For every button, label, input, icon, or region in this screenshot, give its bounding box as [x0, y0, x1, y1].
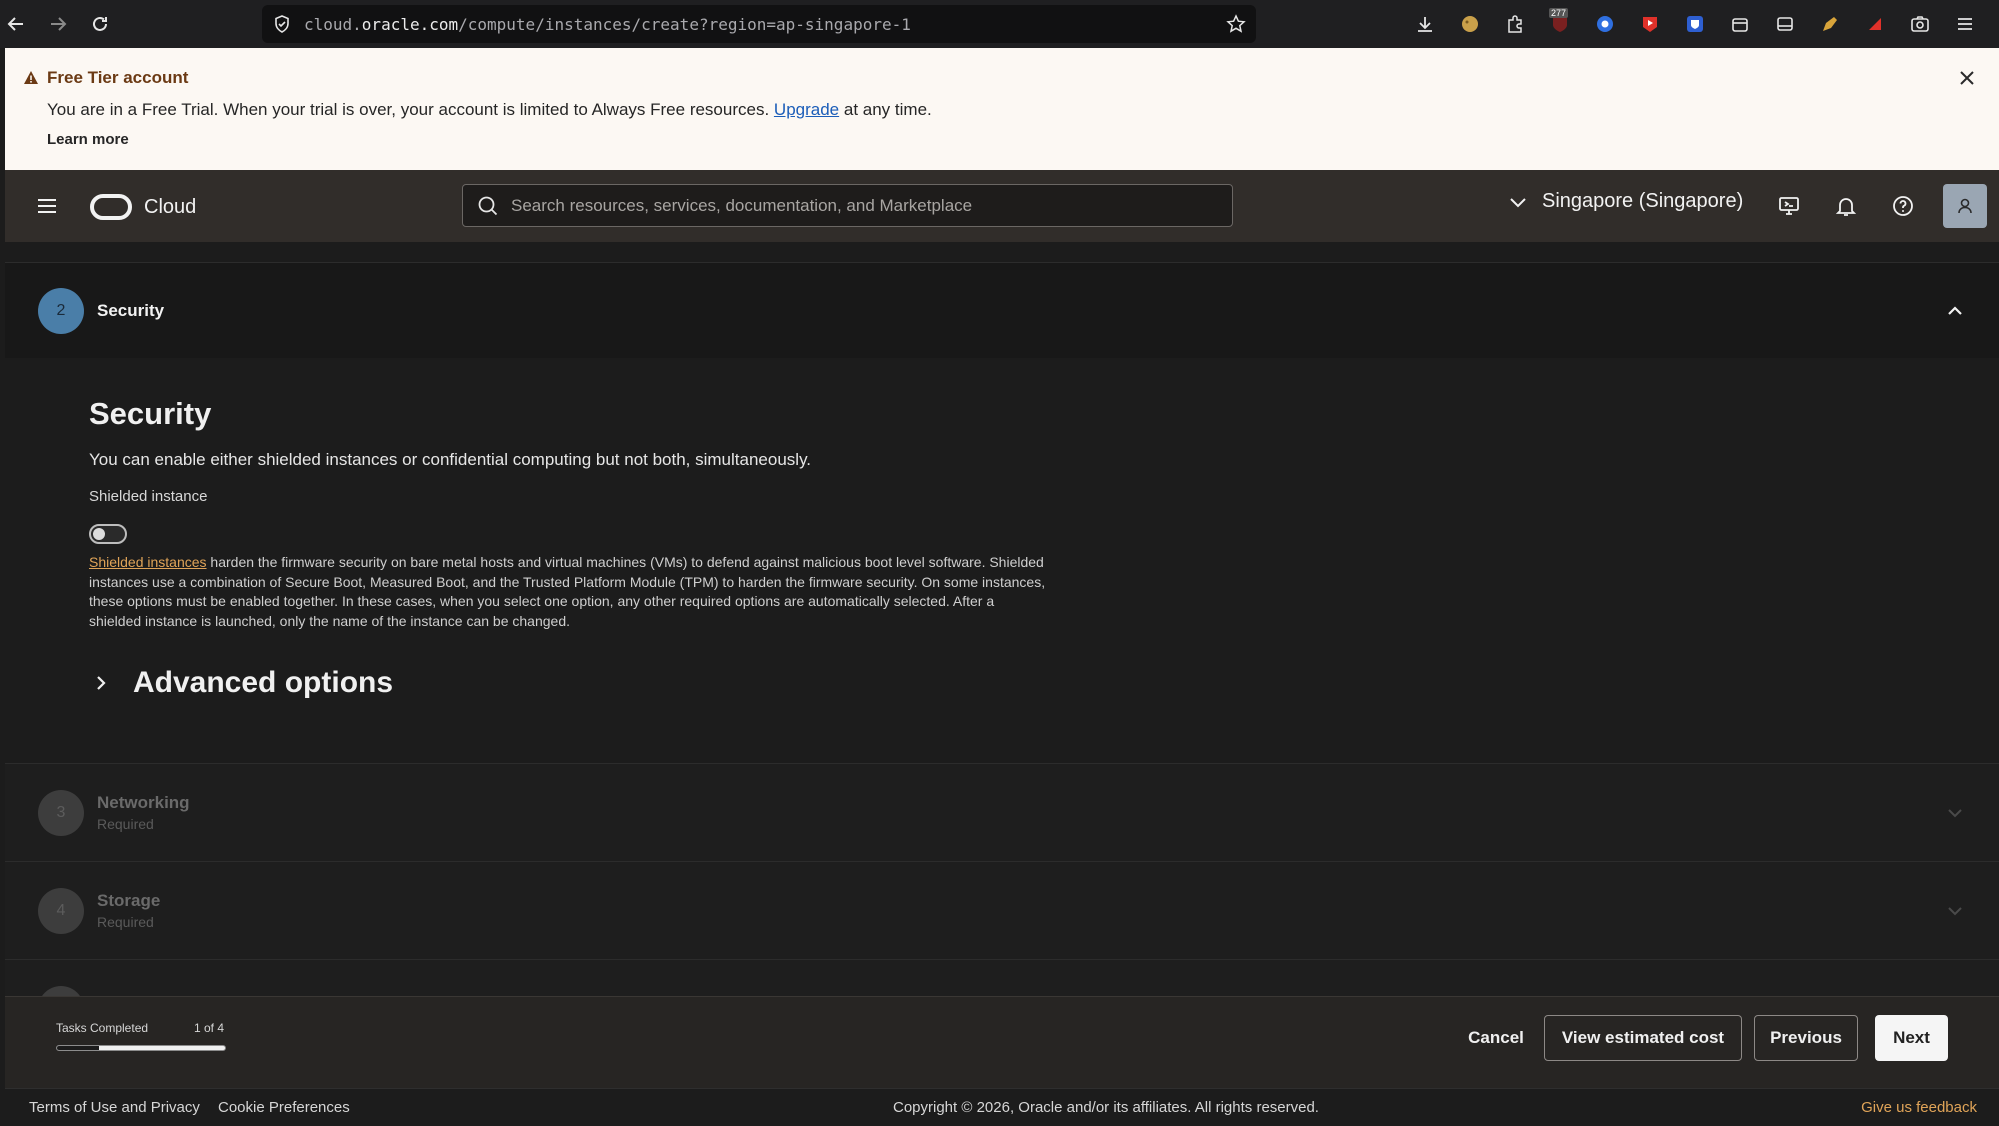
profile-avatar[interactable]: [1943, 184, 1987, 228]
region-label: Singapore (Singapore): [1542, 190, 1744, 212]
banner-text-before: You are in a Free Trial. When your trial…: [47, 100, 770, 119]
bookmark-star-icon[interactable]: [1226, 14, 1246, 34]
shielded-instance-toggle[interactable]: [89, 524, 127, 544]
tasks-completed-count: 1 of 4: [194, 1021, 225, 1035]
oracle-logo-icon: [90, 194, 132, 220]
brand-label: Cloud: [144, 195, 197, 218]
previous-button[interactable]: Previous: [1754, 1015, 1858, 1061]
red-flag-extension-icon[interactable]: [1852, 8, 1897, 40]
region-selector[interactable]: Singapore (Singapore): [1508, 190, 1743, 213]
search-input[interactable]: Search resources, services, documentatio…: [462, 184, 1233, 227]
cookie-extension-icon[interactable]: [1447, 8, 1492, 40]
banner-title: Free Tier account: [47, 68, 189, 87]
learn-more-link[interactable]: Learn more: [47, 131, 129, 148]
ublock-extension-icon[interactable]: 277: [1537, 8, 1582, 40]
cookie-preferences-link[interactable]: Cookie Preferences: [218, 1099, 350, 1116]
extension-badge: 277: [1549, 8, 1569, 18]
chevron-down-icon: [1508, 192, 1528, 212]
oracle-cloud-logo[interactable]: Cloud: [90, 194, 196, 220]
section-description: You can enable either shielded instances…: [89, 450, 812, 469]
extensions-toolbar: 277: [1402, 8, 1987, 40]
shielded-instance-label: Shielded instance: [89, 488, 208, 505]
browser-toolbar: cloud.oracle.com/compute/instances/creat…: [0, 0, 1999, 48]
console-header: Cloud Search resources, services, docume…: [5, 170, 1999, 242]
menu-icon[interactable]: [35, 194, 59, 218]
tasks-progress-bar: [56, 1045, 226, 1051]
copyright-text: Copyright © 2026, Oracle and/or its affi…: [893, 1099, 1319, 1116]
banner-text-after: at any time.: [843, 100, 932, 119]
chevron-down-icon[interactable]: [1945, 803, 1965, 823]
next-button[interactable]: Next: [1875, 1015, 1948, 1061]
download-icon[interactable]: [1402, 8, 1447, 40]
help-icon[interactable]: [1889, 192, 1917, 220]
search-icon: [477, 195, 499, 217]
feedback-link[interactable]: Give us feedback: [1861, 1099, 1977, 1116]
step-number-badge: 2: [38, 288, 84, 334]
app-menu-icon[interactable]: [1942, 8, 1987, 40]
puzzle-extension-icon[interactable]: [1492, 8, 1537, 40]
bitwarden-extension-icon[interactable]: [1672, 8, 1717, 40]
advanced-options-label: Advanced options: [133, 666, 394, 699]
sidebar-icon[interactable]: [1762, 8, 1807, 40]
step-title: Networking: [97, 793, 190, 812]
notifications-bell-icon[interactable]: [1832, 192, 1860, 220]
close-icon[interactable]: [1955, 66, 1979, 90]
chevron-up-icon[interactable]: [1945, 301, 1965, 321]
create-instance-wizard: 2 Security Security You can enable eithe…: [5, 242, 1999, 996]
chevron-right-icon: [93, 673, 109, 693]
cloud-shell-icon[interactable]: [1775, 192, 1803, 220]
step-subtitle: Required: [97, 816, 154, 832]
section-heading: Security: [89, 396, 212, 431]
toggle-knob: [93, 528, 105, 540]
url-text: cloud.oracle.com/compute/instances/creat…: [304, 14, 911, 34]
user-icon: [1958, 198, 1972, 214]
address-bar[interactable]: cloud.oracle.com/compute/instances/creat…: [262, 5, 1256, 43]
warning-icon: [23, 70, 39, 86]
chevron-down-icon[interactable]: [1945, 901, 1965, 921]
banner-message: You are in a Free Trial. When your trial…: [47, 100, 932, 120]
free-tier-banner: Free Tier account You are in a Free Tria…: [5, 48, 1999, 170]
reload-icon[interactable]: [84, 8, 116, 40]
step-title: Security: [97, 301, 165, 320]
back-icon[interactable]: [0, 8, 32, 40]
tasks-completed-label: Tasks Completed: [56, 1021, 149, 1035]
shielded-instance-help: Shielded instances harden the firmware s…: [89, 553, 1049, 631]
step-number-badge: 3: [38, 790, 84, 836]
screenshot-icon[interactable]: [1897, 8, 1942, 40]
youtube-extension-icon[interactable]: [1627, 8, 1672, 40]
shielded-instances-link[interactable]: Shielded instances: [89, 554, 207, 570]
search-placeholder: Search resources, services, documentatio…: [511, 195, 973, 215]
wizard-action-bar: Tasks Completed 1 of 4 Cancel View estim…: [5, 996, 1999, 1088]
shield-icon[interactable]: [272, 14, 292, 34]
step-number-badge: [38, 986, 84, 996]
cancel-button[interactable]: Cancel: [1441, 1015, 1551, 1061]
page-footer: Terms of Use and Privacy Cookie Preferen…: [5, 1088, 1999, 1126]
forward-icon[interactable]: [42, 8, 74, 40]
step-next-header[interactable]: [5, 959, 1999, 996]
upgrade-link[interactable]: Upgrade: [774, 100, 839, 119]
terms-link[interactable]: Terms of Use and Privacy: [29, 1099, 200, 1116]
view-estimated-cost-button[interactable]: View estimated cost: [1544, 1015, 1742, 1061]
step-storage-header[interactable]: 4 Storage Required: [5, 861, 1999, 959]
step-security-header[interactable]: 2 Security: [5, 262, 1999, 358]
tasks-progress-fill: [57, 1046, 99, 1050]
step-networking-header[interactable]: 3 Networking Required: [5, 763, 1999, 861]
shielded-help-text: harden the firmware security on bare met…: [89, 554, 1046, 629]
step-title: Storage: [97, 891, 161, 910]
pen-extension-icon[interactable]: [1807, 8, 1852, 40]
step-number-badge: 4: [38, 888, 84, 934]
container-tabs-icon[interactable]: [1717, 8, 1762, 40]
step-subtitle: Required: [97, 914, 154, 930]
circle-extension-icon[interactable]: [1582, 8, 1627, 40]
advanced-options-toggle[interactable]: Advanced options: [93, 666, 393, 700]
